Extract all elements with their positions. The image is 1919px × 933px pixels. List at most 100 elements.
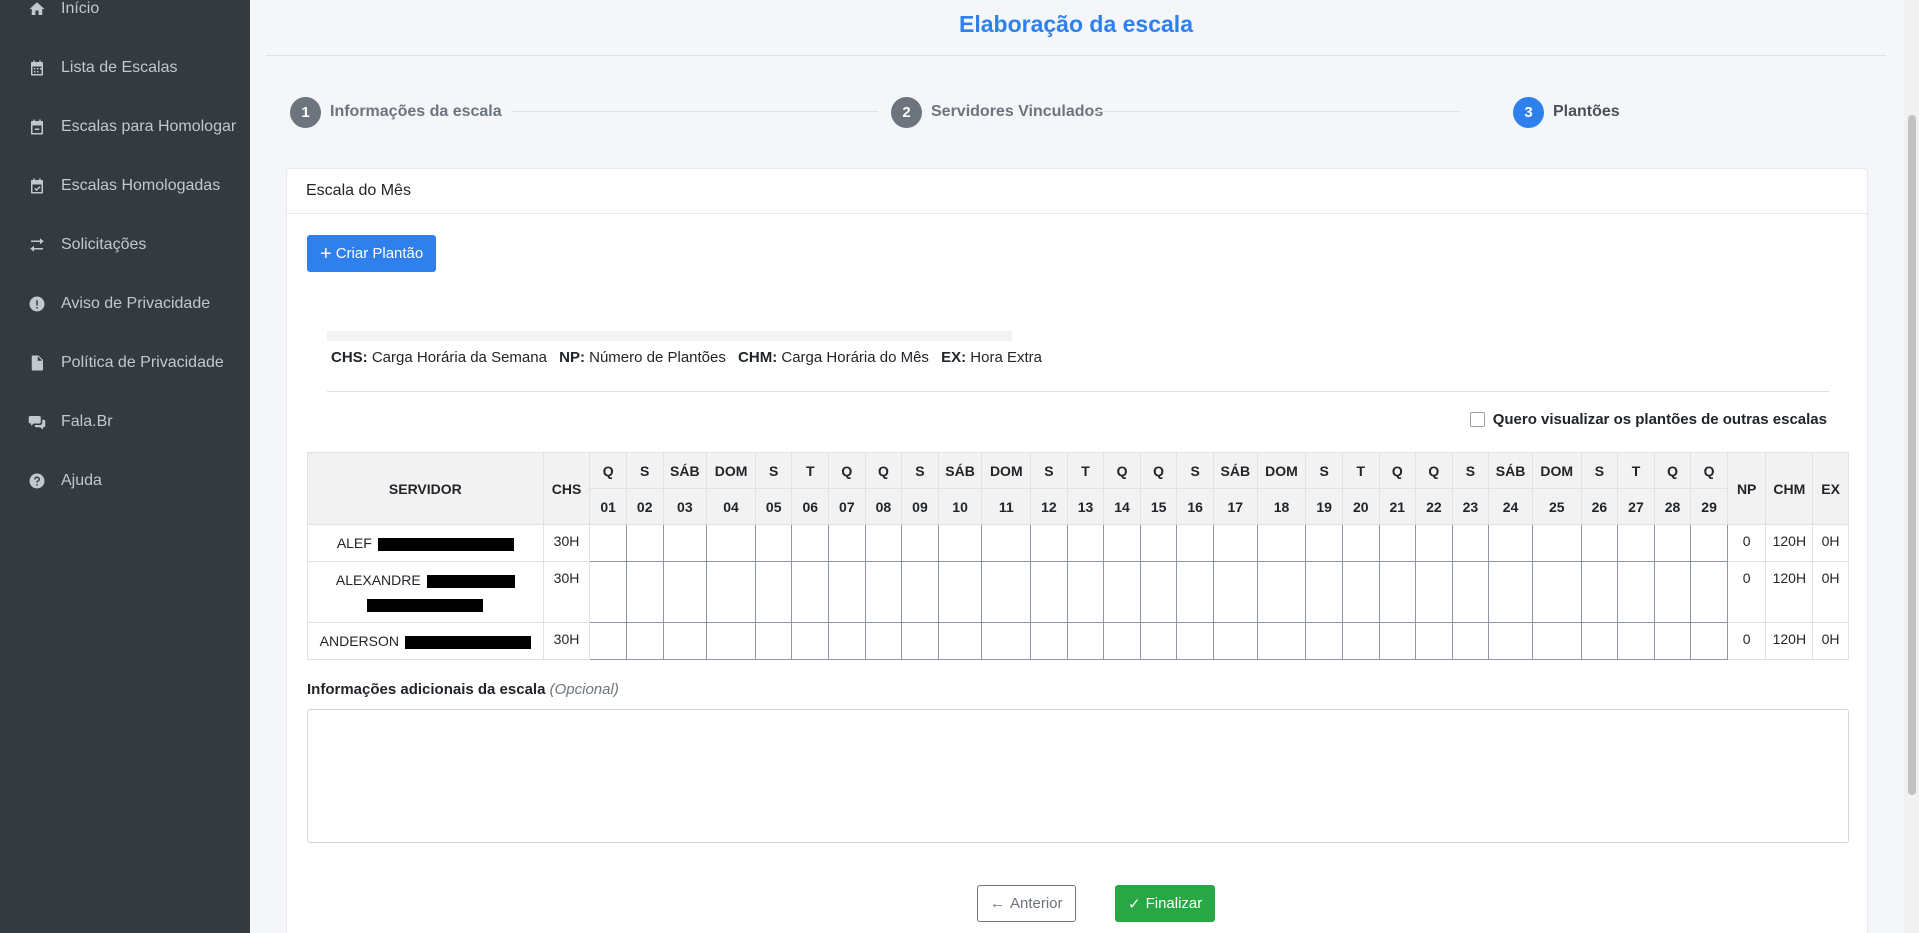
step-informacoes[interactable]: 1 Informações da escala — [290, 96, 502, 128]
day-cell[interactable] — [1341, 561, 1380, 623]
outras-escalas-toggle[interactable]: Quero visualizar os plantões de outras e… — [1469, 411, 1827, 428]
day-cell[interactable] — [706, 561, 756, 623]
day-cell[interactable] — [901, 561, 939, 623]
day-cell[interactable] — [1451, 561, 1490, 623]
day-cell[interactable] — [1653, 622, 1692, 660]
day-cell[interactable] — [937, 524, 983, 562]
day-cell[interactable] — [1256, 622, 1307, 660]
day-cell[interactable] — [589, 524, 627, 562]
page-scrollbar[interactable] — [1904, 0, 1919, 933]
day-cell[interactable] — [828, 561, 866, 623]
day-cell[interactable] — [1531, 622, 1582, 660]
day-cell[interactable] — [1305, 524, 1343, 562]
day-cell[interactable] — [662, 524, 708, 562]
day-cell[interactable] — [1653, 561, 1692, 623]
finish-button[interactable]: ✓ Finalizar — [1115, 885, 1216, 922]
day-cell[interactable] — [1415, 622, 1453, 660]
day-cell[interactable] — [1212, 561, 1258, 623]
day-cell[interactable] — [1617, 524, 1655, 562]
day-cell[interactable] — [1030, 561, 1068, 623]
sidebar-item-pol-tica-de-privacidade[interactable]: Política de Privacidade — [0, 343, 250, 383]
day-cell[interactable] — [1256, 524, 1307, 562]
day-cell[interactable] — [1066, 561, 1105, 623]
day-cell[interactable] — [662, 561, 708, 623]
day-cell[interactable] — [1531, 524, 1582, 562]
day-cell[interactable] — [1617, 561, 1655, 623]
day-cell[interactable] — [1653, 524, 1692, 562]
day-cell[interactable] — [1212, 622, 1258, 660]
day-cell[interactable] — [864, 524, 903, 562]
day-cell[interactable] — [828, 524, 866, 562]
day-cell[interactable] — [791, 561, 830, 623]
day-cell[interactable] — [791, 622, 830, 660]
sidebar-item-escalas-homologadas[interactable]: Escalas Homologadas — [0, 166, 250, 206]
day-cell[interactable] — [1378, 561, 1417, 623]
day-cell[interactable] — [1256, 561, 1307, 623]
day-cell[interactable] — [981, 561, 1032, 623]
day-cell[interactable] — [1378, 622, 1417, 660]
day-cell[interactable] — [1066, 524, 1105, 562]
sidebar-item-escalas-para-homologar[interactable]: Escalas para Homologar — [0, 107, 250, 147]
day-cell[interactable] — [1415, 561, 1453, 623]
day-cell[interactable] — [1139, 524, 1178, 562]
day-cell[interactable] — [1415, 524, 1453, 562]
day-cell[interactable] — [1030, 622, 1068, 660]
day-cell[interactable] — [1690, 524, 1728, 562]
day-cell[interactable] — [1451, 622, 1490, 660]
day-cell[interactable] — [589, 622, 627, 660]
day-cell[interactable] — [1030, 524, 1068, 562]
day-cell[interactable] — [1212, 524, 1258, 562]
day-cell[interactable] — [1580, 561, 1619, 623]
day-cell[interactable] — [1176, 524, 1214, 562]
day-cell[interactable] — [754, 524, 793, 562]
day-cell[interactable] — [706, 622, 756, 660]
day-cell[interactable] — [1690, 622, 1728, 660]
day-cell[interactable] — [1103, 524, 1141, 562]
day-cell[interactable] — [937, 561, 983, 623]
day-cell[interactable] — [1176, 622, 1214, 660]
day-cell[interactable] — [1617, 622, 1655, 660]
sidebar-item-aviso-de-privacidade[interactable]: Aviso de Privacidade — [0, 284, 250, 324]
day-cell[interactable] — [1488, 561, 1533, 623]
sidebar-item-solicita-es[interactable]: Solicitações — [0, 225, 250, 265]
day-cell[interactable] — [1341, 524, 1380, 562]
info-textarea[interactable] — [307, 709, 1849, 843]
day-cell[interactable] — [1580, 524, 1619, 562]
day-cell[interactable] — [754, 561, 793, 623]
day-cell[interactable] — [1690, 561, 1728, 623]
day-cell[interactable] — [828, 622, 866, 660]
day-cell[interactable] — [1305, 561, 1343, 623]
day-cell[interactable] — [1176, 561, 1214, 623]
day-cell[interactable] — [864, 561, 903, 623]
day-cell[interactable] — [1378, 524, 1417, 562]
previous-button[interactable]: ← Anterior — [977, 885, 1076, 922]
day-cell[interactable] — [1103, 622, 1141, 660]
scrollbar-thumb[interactable] — [1908, 115, 1916, 795]
day-cell[interactable] — [981, 524, 1032, 562]
sidebar-item-fala-br[interactable]: Fala.Br — [0, 402, 250, 442]
day-cell[interactable] — [1139, 561, 1178, 623]
day-cell[interactable] — [625, 622, 664, 660]
day-cell[interactable] — [589, 561, 627, 623]
day-cell[interactable] — [1451, 524, 1490, 562]
day-cell[interactable] — [1531, 561, 1582, 623]
day-cell[interactable] — [1139, 622, 1178, 660]
day-cell[interactable] — [791, 524, 830, 562]
outras-escalas-checkbox[interactable] — [1469, 412, 1485, 427]
day-cell[interactable] — [937, 622, 983, 660]
step-servidores[interactable]: 2 Servidores Vinculados — [891, 96, 1103, 128]
day-cell[interactable] — [1103, 561, 1141, 623]
sidebar-item-lista-de-escalas[interactable]: Lista de Escalas — [0, 48, 250, 88]
day-cell[interactable] — [1341, 622, 1380, 660]
day-cell[interactable] — [1066, 622, 1105, 660]
day-cell[interactable] — [662, 622, 708, 660]
sidebar-item-in-cio[interactable]: Início — [0, 0, 250, 29]
create-plantao-button[interactable]: + Criar Plantão — [307, 235, 437, 272]
sidebar-item-ajuda[interactable]: Ajuda — [0, 461, 250, 501]
day-cell[interactable] — [754, 622, 793, 660]
day-cell[interactable] — [901, 524, 939, 562]
day-cell[interactable] — [864, 622, 903, 660]
day-cell[interactable] — [1305, 622, 1343, 660]
day-cell[interactable] — [625, 524, 664, 562]
day-cell[interactable] — [706, 524, 756, 562]
